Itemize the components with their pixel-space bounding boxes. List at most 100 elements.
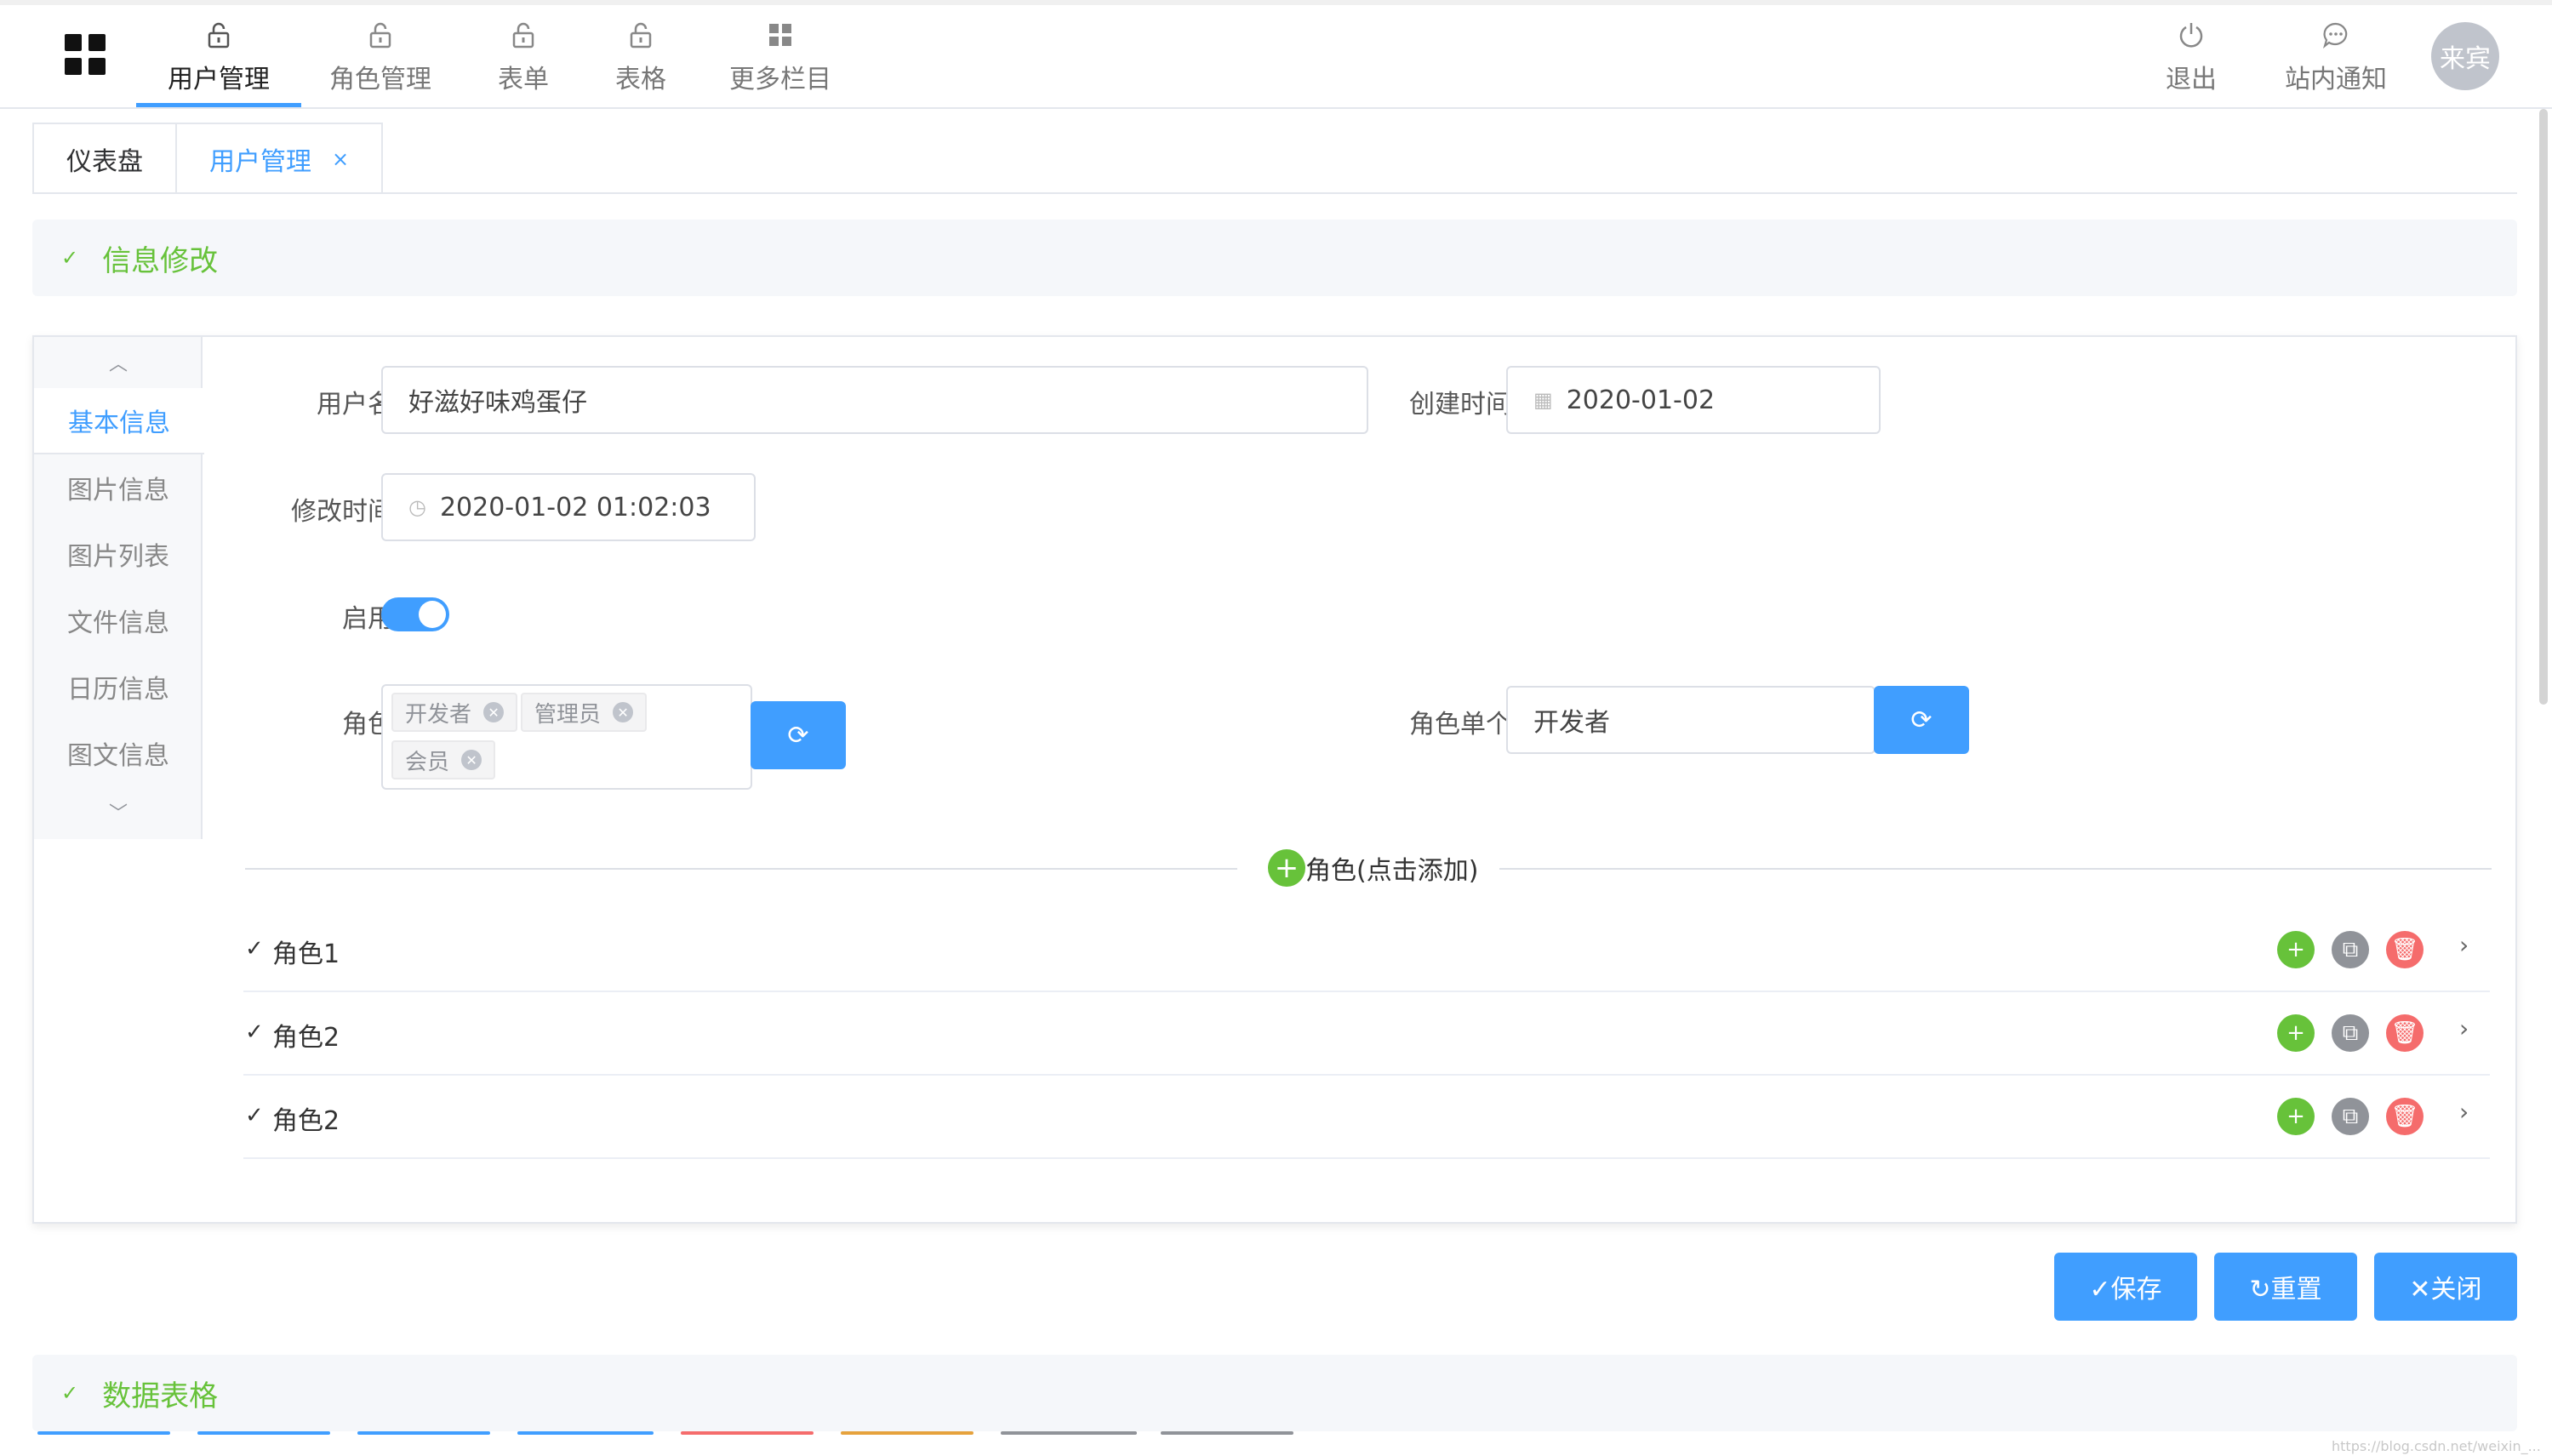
lock-icon [626, 20, 655, 49]
copy-icon[interactable]: ⧉ [2332, 1014, 2369, 1052]
table-toolbar-button[interactable] [681, 1431, 814, 1435]
username-value: 好滋好味鸡蛋仔 [408, 388, 587, 418]
lock-icon [509, 20, 538, 49]
copy-icon[interactable]: ⧉ [2332, 1098, 2369, 1135]
tabs-divider [32, 192, 2517, 194]
save-button[interactable]: ✓保存 [2054, 1253, 2197, 1321]
active-nav-indicator [136, 103, 301, 107]
nav-label: 角色管理 [329, 65, 431, 94]
nav-table[interactable]: 表格 [594, 9, 688, 107]
reset-button[interactable]: ↻重置 [2214, 1253, 2357, 1321]
modified-time-value: 2020-01-02 01:02:03 [439, 492, 711, 522]
tag-close-icon[interactable]: ✕ [461, 750, 482, 770]
delete-icon[interactable]: 🗑 [2386, 931, 2424, 968]
chevron-right-icon[interactable]: › [2459, 1014, 2469, 1042]
nav-more-columns[interactable]: 更多栏目 [717, 9, 844, 107]
created-date-value: 2020-01-02 [1566, 385, 1716, 415]
nav-label: 表单 [498, 65, 549, 94]
apps-grid-icon[interactable] [65, 34, 106, 75]
table-toolbar-button[interactable] [197, 1431, 330, 1435]
copy-icon[interactable]: ⧉ [2332, 931, 2369, 968]
table-toolbar-button[interactable] [1161, 1431, 1293, 1435]
roles-select[interactable]: 开发者 ✕ 管理员 ✕ 会员 ✕ [381, 684, 752, 790]
table-toolbar-button[interactable] [37, 1431, 170, 1435]
power-icon [2177, 20, 2206, 49]
notifications-button[interactable]: 站内通知 [2272, 9, 2400, 107]
nav-role-management[interactable]: 角色管理 [317, 9, 444, 107]
role-tag: 开发者 ✕ [391, 693, 518, 732]
table-toolbar-button[interactable] [1001, 1431, 1137, 1435]
page-tabs: 仪表盘 用户管理 × [32, 123, 384, 194]
divider-left [245, 868, 1237, 870]
plus-icon: + [1268, 849, 1305, 887]
watermark-text: https://blog.csdn.net/weixin_... [2332, 1438, 2541, 1454]
check-icon: ✓ [245, 936, 264, 962]
role-row: ✓ 角色1 + ⧉ 🗑 › [243, 909, 2490, 992]
chevron-right-icon[interactable]: › [2459, 1098, 2469, 1126]
close-button[interactable]: ✕关闭 [2374, 1253, 2517, 1321]
section-title: 信息修改 [102, 243, 219, 278]
logout-button[interactable]: 退出 [2144, 9, 2238, 107]
single-role-field[interactable]: 开发者 [1506, 686, 1875, 754]
lock-icon [204, 20, 233, 49]
roles-refresh-button[interactable]: ⟳ [751, 701, 846, 769]
notifications-label: 站内通知 [2285, 65, 2387, 94]
side-item-image-list[interactable]: 图片列表 [34, 521, 203, 587]
delete-icon[interactable]: 🗑 [2386, 1014, 2424, 1052]
tag-close-icon[interactable]: ✕ [483, 702, 505, 722]
tab-user-management[interactable]: 用户管理 × [177, 123, 384, 194]
side-item-file-info[interactable]: 文件信息 [34, 587, 203, 654]
section-header-table[interactable]: ✓ 数据表格 [32, 1355, 2517, 1431]
created-date-picker[interactable]: ▦ 2020-01-02 [1506, 366, 1881, 434]
page-scrollbar[interactable] [2539, 109, 2548, 705]
check-icon: ✓ [61, 1381, 79, 1405]
nav-label: 表格 [615, 65, 666, 94]
tag-label: 开发者 [405, 701, 472, 728]
role-tag: 管理员 ✕ [521, 693, 648, 732]
tag-label: 会员 [405, 749, 450, 775]
side-item-calendar-info[interactable]: 日历信息 [34, 654, 203, 720]
message-icon [2321, 20, 2350, 49]
avatar[interactable]: 来宾 [2431, 22, 2499, 90]
table-toolbar-button[interactable] [357, 1431, 490, 1435]
toggle-knob [419, 601, 446, 628]
roles-label: 角色 [342, 710, 393, 739]
nav-label: 更多栏目 [729, 65, 831, 94]
close-icon[interactable]: × [332, 147, 349, 171]
username-label: 用户名 [317, 390, 393, 420]
tab-label: 用户管理 [209, 147, 311, 177]
table-toolbar-button[interactable] [841, 1431, 973, 1435]
add-icon[interactable]: + [2277, 931, 2315, 968]
top-navbar: 用户管理 角色管理 表单 表格 更多栏目 退出 站内通知 来宾 [0, 0, 2552, 109]
nav-user-management[interactable]: 用户管理 [136, 9, 301, 107]
add-icon[interactable]: + [2277, 1098, 2315, 1135]
check-icon: ✓ [245, 1019, 264, 1045]
single-role-label: 角色单个 [1409, 710, 1511, 739]
tab-dashboard[interactable]: 仪表盘 [32, 123, 177, 194]
single-role-refresh-button[interactable]: ⟳ [1874, 686, 1969, 754]
top-edge [0, 0, 2552, 5]
nav-form[interactable]: 表单 [477, 9, 570, 107]
tag-close-icon[interactable]: ✕ [613, 702, 634, 722]
username-field[interactable]: 好滋好味鸡蛋仔 [381, 366, 1368, 434]
side-item-image-text-info[interactable]: 图文信息 [34, 720, 203, 786]
add-icon[interactable]: + [2277, 1014, 2315, 1052]
calendar-icon: ▦ [1533, 388, 1553, 412]
role-name: 角色2 [272, 1106, 340, 1136]
role-row: ✓ 角色2 + ⧉ 🗑 › [243, 992, 2490, 1076]
table-toolbar-button[interactable] [517, 1431, 654, 1435]
delete-icon[interactable]: 🗑 [2386, 1098, 2424, 1135]
chevron-right-icon[interactable]: › [2459, 931, 2469, 959]
modified-time-picker[interactable]: ◷ 2020-01-02 01:02:03 [381, 473, 756, 541]
enabled-toggle[interactable] [381, 597, 449, 631]
clock-icon: ◷ [408, 495, 426, 519]
add-role-divider[interactable]: + 角色(点击添加) [1268, 849, 1478, 887]
single-role-value: 开发者 [1533, 708, 1610, 738]
chevron-up-icon[interactable]: ︿ [34, 337, 203, 388]
side-item-image-info[interactable]: 图片信息 [34, 454, 203, 521]
side-item-basic-info[interactable]: 基本信息 [34, 388, 204, 454]
chevron-down-icon[interactable]: ﹀ [34, 786, 203, 837]
section-header-info[interactable]: ✓ 信息修改 [32, 220, 2517, 296]
tab-label: 仪表盘 [66, 147, 143, 177]
logout-label: 退出 [2166, 65, 2217, 94]
